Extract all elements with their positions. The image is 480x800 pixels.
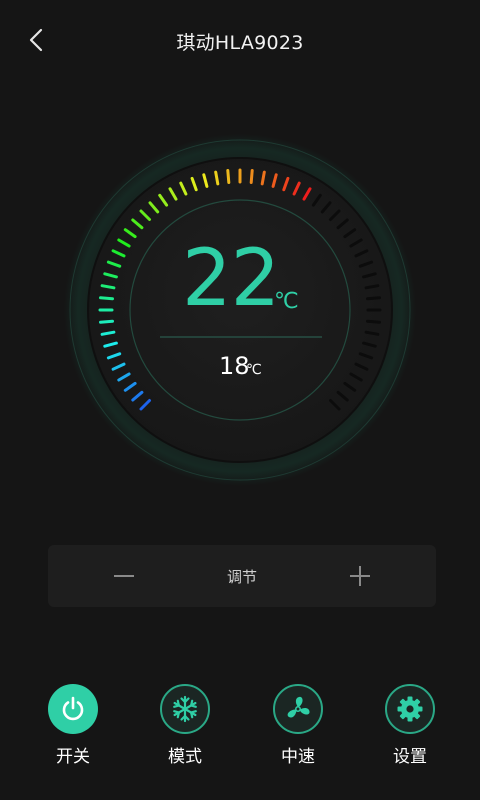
settings-circle xyxy=(385,684,435,734)
adjust-bar: 调节 xyxy=(48,545,436,607)
dial-tick-inactive xyxy=(366,296,381,301)
dial-tick-active xyxy=(100,284,116,290)
dial-tick-active xyxy=(260,170,266,186)
settings-button[interactable]: 设置 xyxy=(375,684,445,767)
dial-tick-active xyxy=(214,170,220,186)
dial-tick-active xyxy=(226,169,231,184)
plus-icon xyxy=(350,566,370,586)
increase-button[interactable] xyxy=(330,545,390,607)
dial-tick-active xyxy=(99,319,114,324)
power-label: 开关 xyxy=(56,747,90,767)
dial-tick-inactive xyxy=(364,284,380,290)
power-circle xyxy=(48,684,98,734)
snowflake-icon xyxy=(173,695,197,723)
power-icon xyxy=(62,696,84,721)
dial-tick-inactive xyxy=(364,330,380,336)
dial-tick-inactive xyxy=(366,319,381,324)
settings-label: 设置 xyxy=(393,747,427,767)
temperature-dial[interactable]: 22 ℃ 18 ℃ xyxy=(0,0,480,520)
mode-circle xyxy=(160,684,210,734)
fan-speed-circle xyxy=(273,684,323,734)
mode-label: 模式 xyxy=(168,747,202,767)
dial-tick-active xyxy=(249,169,254,184)
fan-speed-button[interactable]: 中速 xyxy=(263,684,333,767)
current-temperature: 18 xyxy=(219,352,250,380)
thermostat-screen: 琪动HLA9023 22 ℃ 18 ℃ 调节 开关 模式 中速 设置 xyxy=(0,0,480,800)
fan-icon xyxy=(287,696,310,718)
power-button[interactable]: 开关 xyxy=(38,684,108,767)
mode-button[interactable]: 模式 xyxy=(150,684,220,767)
dial-tick-active xyxy=(99,296,114,301)
set-temperature-unit: ℃ xyxy=(274,289,299,314)
gear-icon xyxy=(397,696,423,722)
set-temperature: 22 xyxy=(182,234,280,324)
fan-speed-label: 中速 xyxy=(281,747,315,767)
current-temperature-unit: ℃ xyxy=(246,362,262,378)
dial-tick-active xyxy=(100,330,116,336)
